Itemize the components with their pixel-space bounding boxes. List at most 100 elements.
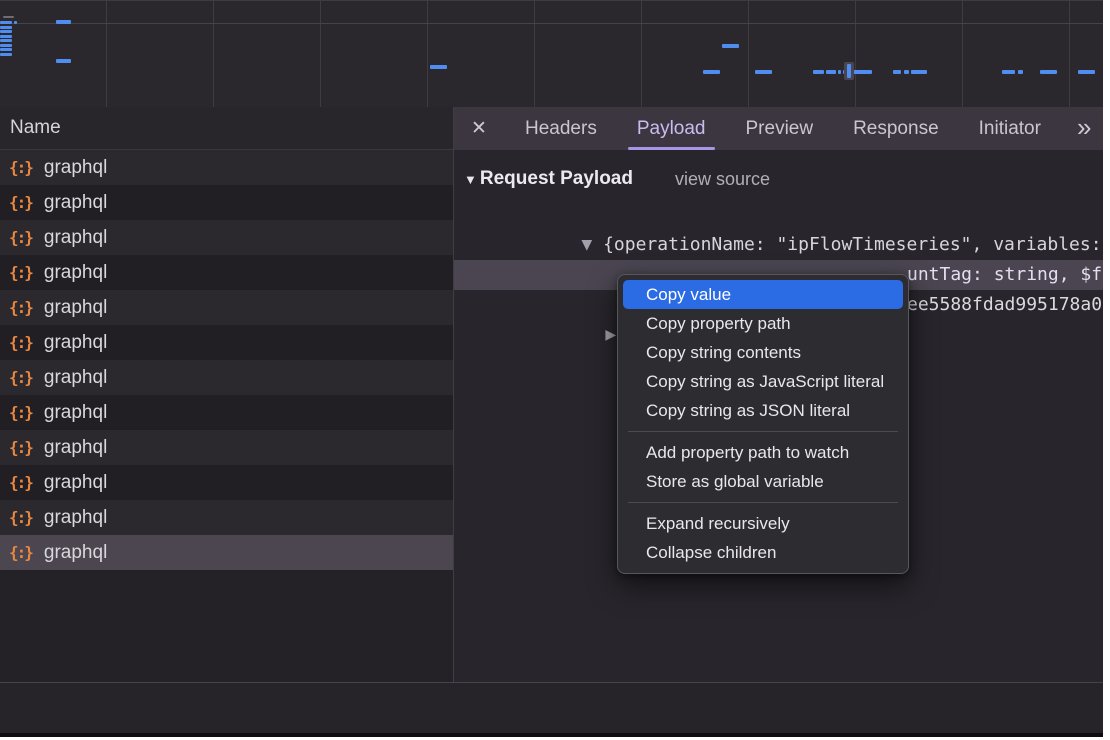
property-value-right: ee5588fdad995178a0: [907, 290, 1102, 320]
menu-separator: [628, 431, 898, 432]
waterfall-bar: [0, 44, 12, 47]
request-name: graphql: [44, 437, 107, 459]
network-request-row[interactable]: {:} graphql: [0, 255, 453, 290]
network-request-row[interactable]: {:} graphql: [0, 150, 453, 185]
waterfall-bar: [0, 26, 12, 29]
network-request-row[interactable]: {:} graphql: [0, 395, 453, 430]
request-name: graphql: [44, 402, 107, 424]
json-icon: {:}: [9, 438, 32, 457]
waterfall-bar: [0, 21, 12, 24]
request-name: graphql: [44, 157, 107, 179]
menu-item-copy-string-contents[interactable]: Copy string contents: [623, 338, 903, 367]
tab-response[interactable]: Response: [853, 107, 939, 150]
request-name: graphql: [44, 472, 107, 494]
network-request-row[interactable]: {:} graphql: [0, 500, 453, 535]
network-overview-timeline[interactable]: [0, 0, 1103, 107]
waterfall-bar: [722, 44, 739, 48]
screenshot-canvas: Name ✕ Headers Payload Preview Response Init…: [0, 0, 1110, 740]
json-icon: {:}: [9, 228, 32, 247]
overview-gridline: [0, 23, 1103, 24]
waterfall-bar: [904, 70, 909, 74]
menu-item-copy-string-as-json-literal[interactable]: Copy string as JSON literal: [623, 396, 903, 425]
tree-row-operation-name[interactable]: operationName: "ipFlowTimeseries": [454, 230, 1103, 260]
tab-payload[interactable]: Payload: [637, 107, 706, 150]
waterfall-bar: [755, 70, 772, 74]
waterfall-bar: [56, 59, 71, 63]
property-value-right: untTag: string, $f: [907, 260, 1102, 290]
waterfall-bar: [430, 65, 447, 69]
close-icon[interactable]: ✕: [453, 107, 505, 150]
waterfall-bar: [0, 39, 12, 42]
menu-item-copy-property-path[interactable]: Copy property path: [623, 309, 903, 338]
json-icon: {:}: [9, 158, 32, 177]
section-title: Request Payload: [480, 168, 633, 190]
network-request-row[interactable]: {:} graphql: [0, 430, 453, 465]
request-list: {:} graphql {:} graphql {:} graphql {:} graphql…: [0, 150, 453, 682]
devtools-network-panel: Name ✕ Headers Payload Preview Response Init…: [0, 0, 1103, 737]
request-name: graphql: [44, 367, 107, 389]
menu-separator: [628, 502, 898, 503]
json-icon: {:}: [9, 333, 32, 352]
request-payload-section-header: ▼ Request Payload view source: [454, 166, 1103, 192]
waterfall-bar: [853, 70, 872, 74]
network-request-row[interactable]: {:} graphql: [0, 290, 453, 325]
network-request-row[interactable]: {:} graphql: [0, 465, 453, 500]
waterfall-bar: [0, 30, 12, 33]
json-icon: {:}: [9, 508, 32, 527]
tab-headers[interactable]: Headers: [525, 107, 597, 150]
json-icon: {:}: [9, 298, 32, 317]
waterfall-bar: [1078, 70, 1095, 74]
window-bottom-edge: [0, 733, 1103, 737]
menu-item-add-property-path-to-watch[interactable]: Add property path to watch: [623, 438, 903, 467]
name-column-header[interactable]: Name: [0, 107, 453, 150]
request-name: graphql: [44, 227, 107, 249]
waterfall-bar: [3, 16, 14, 18]
request-name: graphql: [44, 507, 107, 529]
waterfall-bar: [893, 70, 901, 74]
network-request-row[interactable]: {:} graphql: [0, 185, 453, 220]
menu-item-copy-value[interactable]: Copy value: [623, 280, 903, 309]
menu-item-store-as-global-variable[interactable]: Store as global variable: [623, 467, 903, 496]
request-name: graphql: [44, 332, 107, 354]
menu-item-collapse-children[interactable]: Collapse children: [623, 538, 903, 567]
tree-row-payload-summary[interactable]: ▼ {operationName: "ipFlowTimeseries", va…: [454, 200, 1103, 230]
waterfall-bar: [0, 35, 12, 38]
context-menu: Copy valueCopy property pathCopy string …: [617, 274, 909, 574]
request-name: graphql: [44, 542, 107, 564]
network-request-row[interactable]: {:} graphql: [0, 325, 453, 360]
json-icon: {:}: [9, 193, 32, 212]
waterfall-bar: [1040, 70, 1057, 74]
chevron-down-icon[interactable]: ▼: [464, 172, 477, 187]
request-name: graphql: [44, 297, 107, 319]
waterfall-bar: [0, 48, 12, 51]
waterfall-bar: [1018, 70, 1023, 74]
request-name: graphql: [44, 262, 107, 284]
waterfall-bar: [56, 20, 71, 24]
json-icon: {:}: [9, 263, 32, 282]
tab-preview[interactable]: Preview: [746, 107, 814, 150]
json-icon: {:}: [9, 403, 32, 422]
summary-bar: [0, 683, 1103, 733]
tab-initiator[interactable]: Initiator: [979, 107, 1041, 150]
json-icon: {:}: [9, 473, 32, 492]
selection-tick-bar: [847, 64, 851, 78]
waterfall-bar: [703, 70, 720, 74]
waterfall-bar: [826, 70, 836, 74]
waterfall-bar: [838, 70, 841, 74]
waterfall-bar: [14, 21, 17, 24]
waterfall-bar: [1002, 70, 1015, 74]
network-request-row[interactable]: {:} graphql: [0, 535, 453, 570]
json-icon: {:}: [9, 543, 32, 562]
network-request-row[interactable]: {:} graphql: [0, 220, 453, 255]
request-name: graphql: [44, 192, 107, 214]
waterfall-bar: [813, 70, 824, 74]
network-request-row[interactable]: {:} graphql: [0, 360, 453, 395]
waterfall-bar: [911, 70, 927, 74]
menu-item-copy-string-as-javascript-literal[interactable]: Copy string as JavaScript literal: [623, 367, 903, 396]
json-icon: {:}: [9, 368, 32, 387]
overflow-tabs-icon[interactable]: »: [1077, 107, 1089, 150]
view-source-link[interactable]: view source: [675, 169, 770, 190]
menu-item-expand-recursively[interactable]: Expand recursively: [623, 509, 903, 538]
detail-tab-strip: ✕ Headers Payload Preview Response Initiator…: [453, 107, 1103, 150]
waterfall-bar: [0, 53, 12, 56]
